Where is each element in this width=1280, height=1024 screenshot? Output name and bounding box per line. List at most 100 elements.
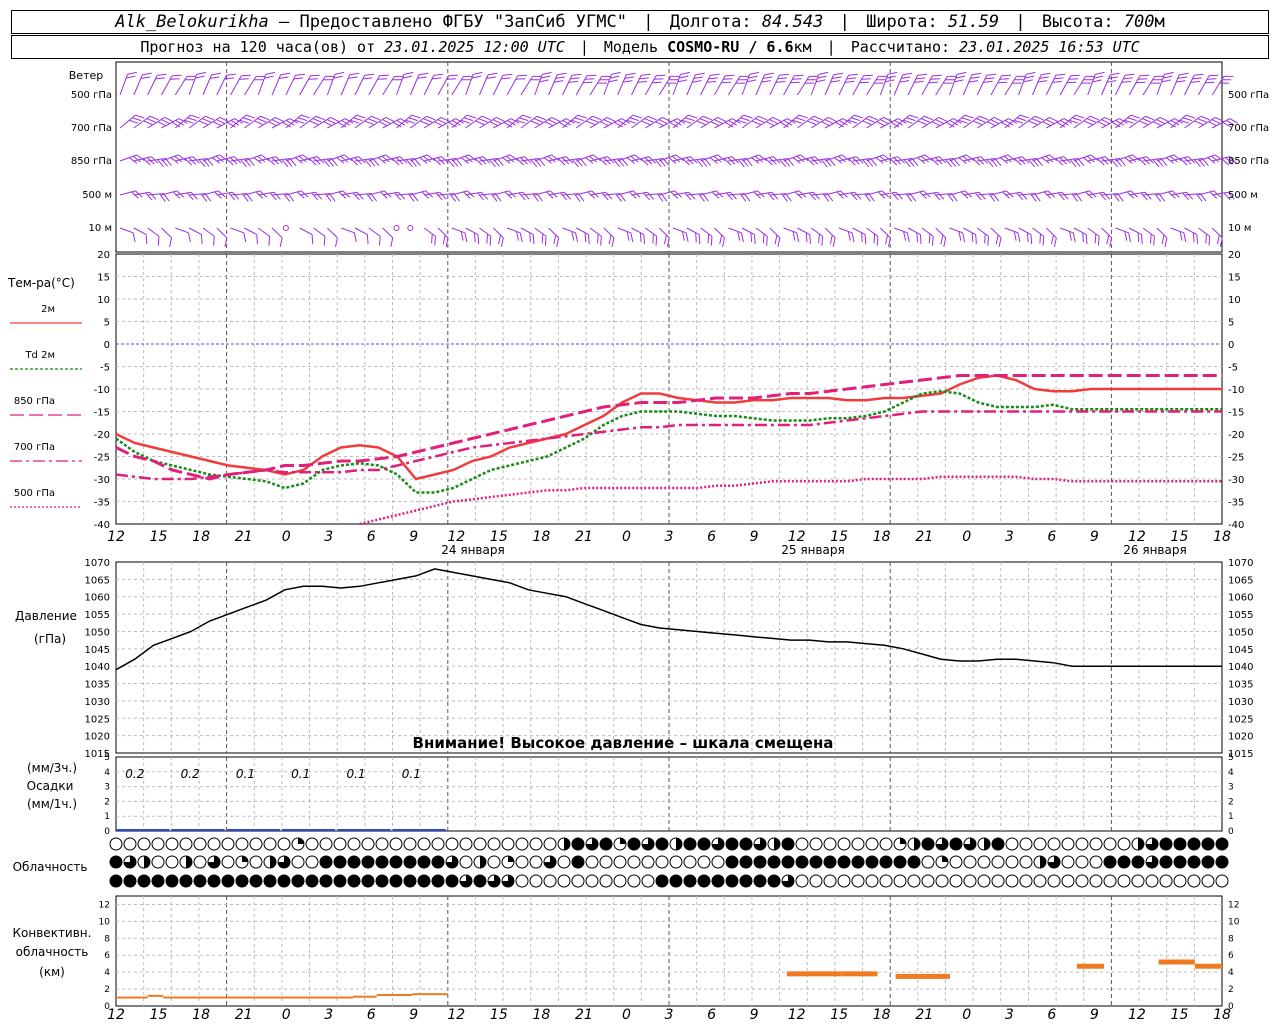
conv-tick-left: 4 [104,968,110,978]
wind-barb [493,118,520,129]
barb-shaft [797,227,811,236]
wind-barb [1060,157,1085,168]
wind-barb [202,154,228,164]
cloud-cover-icon [683,837,697,851]
precip-amount: 0.1 [236,767,255,781]
wind-barb [907,73,928,96]
cloud-cover-icon [389,837,403,851]
hour-label-bottom: 21 [235,1007,253,1023]
wind-barb [230,157,255,168]
barb-shaft [313,193,330,196]
wind-barb [1101,157,1126,168]
wind-barb [617,154,643,164]
temp-tick-left: -10 [94,385,110,396]
wind-barb [562,227,579,243]
barb-shaft [1156,154,1174,162]
barb-shaft [368,154,386,162]
barb-feather [611,71,621,75]
barb-shaft [645,193,662,196]
cloud-cover-icon [627,874,641,888]
temp-tick-right: -25 [1228,453,1244,464]
cloud-full [110,875,122,887]
barb-feather [353,232,357,243]
cloud-circle [207,837,221,851]
wind-barb [1128,74,1150,96]
cloud-circle [235,837,249,851]
barb-shaft [354,193,372,196]
cloud-circle [935,874,949,888]
barb-shaft [755,74,766,96]
wind-barb [589,75,612,96]
barb-shaft [313,227,326,237]
barb-shaft [617,74,627,96]
cloud-cover-icon [1103,855,1117,869]
barb-shaft [423,75,435,96]
cloud-circle [1061,837,1075,851]
cloud-full [110,856,122,868]
cloud-circle [347,837,361,851]
cloud-circle [543,874,557,888]
barb-shaft [147,75,158,96]
wind-barb [921,156,947,166]
barb-shaft [327,227,338,239]
barb-feather [142,72,152,76]
wind-barb [479,116,506,129]
cloud-cover-icon [935,874,949,888]
cloud-circle [431,837,445,851]
barb-shaft [161,227,172,239]
barb-feather [919,234,922,245]
cloud-cover-icon [669,837,683,851]
cloud-full [1188,838,1200,850]
barb-shaft [1115,227,1129,234]
barb-feather [1030,234,1033,245]
barb-shaft [1059,75,1072,96]
cloud-circle [263,837,277,851]
wind-barb [755,156,781,166]
cloud-cover-icon [879,837,893,851]
barb-shaft [1032,154,1050,162]
cloud-cover-icon [375,855,389,869]
cloud-circle [249,837,263,851]
wind-barb [437,157,463,168]
cloud-circle [921,874,935,888]
legend-label: Td 2м [24,350,55,361]
cloud-cover-icon [1019,855,1033,869]
barb-shaft [271,74,282,96]
cloud-cover-icon [781,855,795,869]
cloud-cover-icon [235,837,249,851]
barb-feather [519,232,523,243]
wind-barb [354,227,369,245]
cloud-cover-icon [1215,855,1229,869]
cloud-cover-icon [1103,837,1117,851]
cloud-cover-icon [599,837,613,851]
barb-shaft [285,154,303,162]
cloud-circle [305,855,319,869]
cloud-cover-icon [809,874,823,888]
wind-barb [341,227,357,243]
wind-barb [1156,154,1182,164]
wind-barb [244,154,270,164]
hour-label: 21 [235,529,253,545]
cloud-circle [1005,837,1019,851]
barb-shaft [202,154,221,162]
barb-feather [851,232,855,243]
barb-shaft [1004,227,1019,234]
cloud-circle [487,855,501,869]
cloud-cover-icon [501,855,515,869]
wind-barb [907,227,922,245]
precip-amount: 0.1 [402,767,421,781]
cloud-cover-icon [263,837,277,851]
wind-barb [852,74,873,96]
cloud-cover-icon [1131,855,1145,869]
pressure-warning: Внимание! Высокое давление – шкала смеще… [413,734,834,752]
barb-shaft [1143,193,1160,196]
cloud-cover-icon [613,874,627,888]
wind-barb [561,73,582,96]
barb-feather [634,154,643,162]
barb-feather [1055,73,1066,76]
barb-feather [265,71,276,75]
wind-barb [1197,74,1219,96]
cloud-cover-icon [781,874,795,888]
barb-shaft [589,227,602,237]
barb-shaft [451,227,466,234]
